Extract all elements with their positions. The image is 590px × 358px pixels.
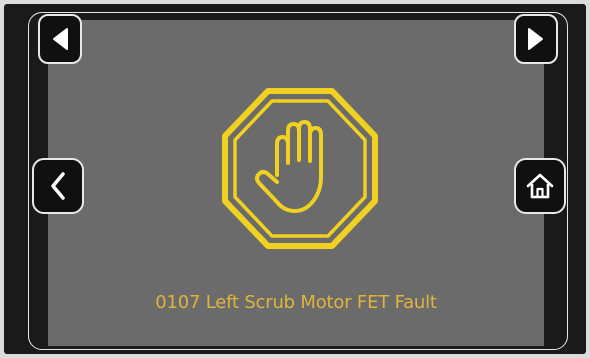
chevron-left-icon [51, 172, 65, 200]
stop-hand-icon [222, 88, 378, 249]
home-icon [526, 173, 554, 199]
triangle-right-icon [528, 28, 543, 50]
triangle-left-icon [53, 28, 68, 50]
previous-fault-button[interactable] [38, 14, 82, 64]
fault-message: 0107 Left Scrub Motor FET Fault [155, 292, 437, 313]
back-button[interactable] [32, 158, 84, 214]
home-button[interactable] [514, 158, 566, 214]
next-fault-button[interactable] [514, 14, 558, 64]
